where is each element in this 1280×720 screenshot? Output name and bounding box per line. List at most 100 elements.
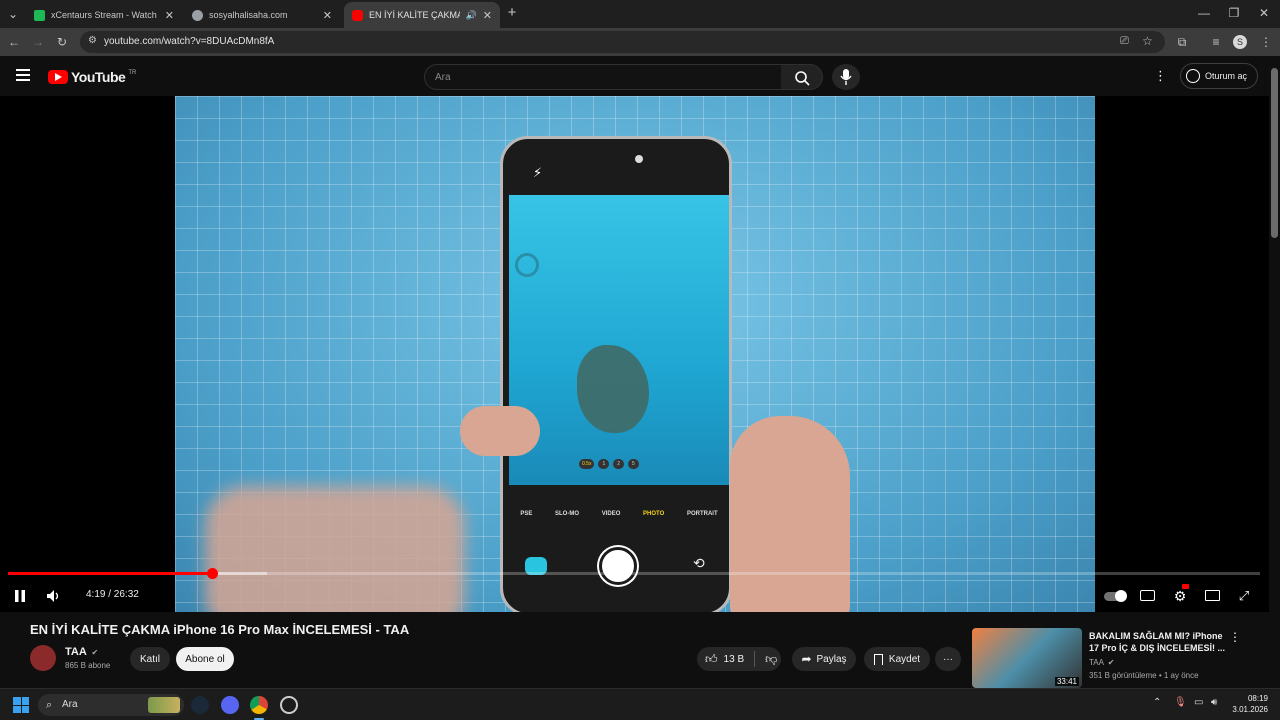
progress-scrubber[interactable] — [207, 568, 219, 579]
speaker-tray-icon[interactable]: 🔊︎ — [1211, 697, 1217, 708]
speaker-icon[interactable]: 🔊 — [466, 10, 477, 21]
sign-in-button[interactable]: Oturum aç — [1180, 63, 1258, 89]
miniplayer-icon — [1204, 590, 1220, 601]
like-count: 13 B — [723, 653, 745, 665]
clock-time: 08:19 — [1247, 694, 1268, 703]
search-input[interactable]: Ara — [424, 64, 782, 90]
camera-modes: PSE SLO-MO VIDEO PHOTO PORTRAIT — [509, 511, 729, 517]
channel-name[interactable]: TAA ✔ — [65, 646, 98, 658]
restore-icon[interactable]: ❐ — [1226, 5, 1242, 21]
camera-mode: VIDEO — [601, 511, 621, 517]
progress-bar[interactable] — [8, 568, 1260, 579]
subscribe-button[interactable]: Abone ol — [176, 647, 234, 671]
search-icon: ⌕ — [46, 699, 53, 711]
share-button[interactable]: ➦ Paylaş — [792, 647, 856, 671]
extensions-icon[interactable]: ⧉ — [1174, 34, 1190, 50]
bookmark-star-icon[interactable]: ☆ — [1142, 34, 1153, 48]
gear-icon: ⚙ — [1173, 588, 1187, 604]
forward-icon[interactable]: → — [30, 34, 46, 50]
tab-sosyalhalisaha[interactable]: sosyalhalisaha.com ✕ — [184, 2, 340, 28]
save-button[interactable]: Kaydet — [864, 647, 930, 671]
site-info-icon[interactable]: ⚙ — [88, 35, 97, 46]
focus-ring-icon — [515, 253, 539, 277]
thumb-left — [460, 406, 540, 456]
app-with-badge-icon[interactable] — [280, 696, 298, 714]
hamburger-menu-icon[interactable] — [16, 69, 30, 81]
channel-name-text: TAA — [65, 646, 87, 658]
thumbs-up-icon: 👍︎ — [705, 651, 718, 666]
youtube-logo-text: YouTube — [71, 69, 126, 85]
taskbar-clock[interactable]: 08:19 3.01.2026 — [1232, 693, 1268, 715]
youtube-play-logo-icon — [48, 70, 68, 84]
tab-xcentaurs[interactable]: xCentaurs Stream - Watch Live ✕ — [26, 2, 182, 28]
video-duration: 33:41 — [1054, 677, 1079, 686]
tab-title: sosyalhalisaha.com — [209, 10, 288, 20]
close-window-icon[interactable]: ✕ — [1256, 5, 1272, 21]
tray-chevron-icon[interactable]: ⌃ — [1153, 697, 1161, 708]
zoom-option: 2 — [613, 459, 625, 469]
steam-icon[interactable] — [191, 696, 209, 714]
rock-subject — [577, 345, 649, 433]
recommended-video-thumbnail[interactable]: 33:41 — [972, 628, 1082, 688]
globe-favicon-icon — [192, 9, 203, 21]
new-tab-icon[interactable]: + — [504, 5, 520, 21]
scrollbar-thumb[interactable] — [1271, 68, 1278, 238]
network-icon[interactable]: ▭ — [1194, 697, 1203, 708]
subtitles-button[interactable] — [1137, 586, 1157, 606]
browser-menu-icon[interactable]: ⋮ — [1258, 34, 1274, 50]
microphone-tray-icon[interactable]: 🎙︎ — [1174, 697, 1187, 708]
recommended-more-icon[interactable]: ⋮ — [1229, 630, 1241, 644]
install-app-icon[interactable]: ⎚ — [1120, 35, 1129, 48]
back-icon[interactable]: ← — [6, 34, 22, 50]
like-button[interactable]: 👍︎ 13 B — [697, 652, 744, 667]
pause-button[interactable] — [10, 586, 30, 606]
more-actions-button[interactable]: ··· — [935, 647, 961, 671]
search-highlight-image — [148, 697, 180, 713]
pause-icon — [15, 590, 25, 602]
front-camera-dot — [635, 155, 643, 163]
recommended-video-title[interactable]: BAKALIM SAĞLAM MI? iPhone 17 Pro İÇ & DI… — [1089, 630, 1229, 654]
subscriber-count: 865 B abone — [65, 661, 111, 670]
miniplayer-button[interactable] — [1202, 586, 1222, 606]
profile-avatar-icon[interactable]: S — [1233, 35, 1247, 49]
verified-icon: ✔ — [91, 648, 99, 657]
video-player[interactable]: ⚡ 0.5x 1 2 5 PSE SLO-MO VIDEO PHOTO PORT… — [0, 96, 1269, 612]
camera-mode-selected: PHOTO — [643, 511, 665, 517]
settings-menu-icon[interactable]: ⋮ — [1154, 68, 1167, 84]
close-tab-icon[interactable]: ✕ — [483, 9, 492, 22]
voice-search-button[interactable] — [832, 64, 860, 90]
recommended-channel[interactable]: TAA ✔ — [1089, 658, 1114, 667]
autoplay-toggle[interactable] — [1104, 586, 1127, 606]
join-button[interactable]: Katıl — [130, 647, 170, 671]
tab-youtube-video[interactable]: EN İYİ KALİTE ÇAKMA iPho 🔊 ✕ — [344, 2, 500, 28]
fullscreen-button[interactable]: ⤢ — [1234, 586, 1254, 606]
youtube-logo[interactable]: YouTube TR — [48, 69, 136, 85]
address-bar[interactable]: ⚙ youtube.com/watch?v=8DUAcDMn8fA ⎚ ☆ — [80, 31, 1165, 53]
share-label: Paylaş — [816, 653, 847, 665]
windows-start-icon[interactable] — [13, 697, 29, 713]
dislike-button[interactable]: 👎︎ — [765, 652, 777, 667]
close-tab-icon[interactable]: ✕ — [165, 9, 174, 22]
zoom-option: 0.5x — [579, 459, 595, 469]
chrome-icon[interactable] — [250, 696, 268, 714]
tab-search-icon[interactable]: ⌄ — [5, 6, 21, 22]
minimize-icon[interactable]: — — [1196, 5, 1212, 21]
channel-avatar[interactable] — [30, 645, 56, 671]
bookmark-icon — [873, 653, 883, 665]
reload-icon[interactable]: ↻ — [54, 34, 70, 50]
video-frame: ⚡ 0.5x 1 2 5 PSE SLO-MO VIDEO PHOTO PORT… — [175, 96, 1095, 612]
clock-date: 3.01.2026 — [1232, 705, 1268, 714]
settings-button[interactable]: ⚙ — [1170, 584, 1190, 606]
zoom-option: 1 — [598, 459, 610, 469]
browser-toolbar: ← → ↻ ⚙ youtube.com/watch?v=8DUAcDMn8fA … — [0, 28, 1280, 56]
search-icon — [795, 71, 810, 86]
volume-button[interactable] — [44, 586, 64, 606]
discord-icon[interactable] — [221, 696, 239, 714]
taskbar-search[interactable]: ⌕ Ara — [38, 694, 184, 716]
close-tab-icon[interactable]: ✕ — [323, 9, 332, 22]
like-dislike-group: 👍︎ 13 B 👎︎ — [697, 647, 781, 671]
search-button[interactable] — [781, 64, 823, 90]
media-control-icon[interactable]: ≡ — [1208, 34, 1224, 50]
camera-mode: PORTRAIT — [686, 511, 718, 517]
page-scrollbar[interactable] — [1269, 56, 1280, 688]
